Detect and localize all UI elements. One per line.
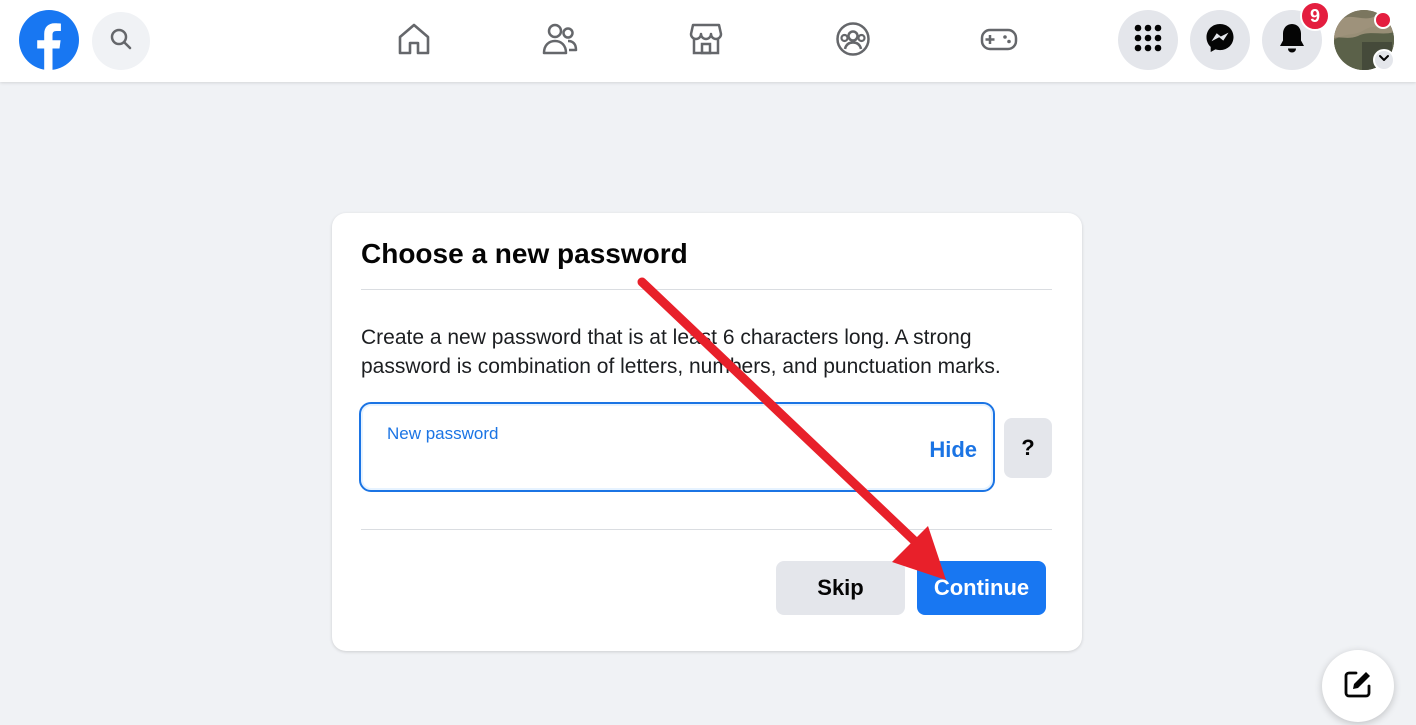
new-password-field[interactable]: New password Hide	[359, 402, 995, 492]
nav-home[interactable]	[389, 16, 439, 66]
nav-marketplace[interactable]	[681, 16, 731, 66]
chevron-down-icon	[1378, 51, 1390, 69]
nav-friends[interactable]	[535, 16, 585, 66]
nav-gaming[interactable]	[974, 16, 1024, 66]
nav-groups[interactable]	[828, 16, 878, 66]
hide-password-toggle[interactable]: Hide	[929, 437, 977, 463]
choose-password-card: Choose a new password Create a new passw…	[332, 213, 1082, 651]
grid-menu-icon	[1134, 24, 1162, 57]
notification-count-badge: 9	[1300, 1, 1330, 31]
password-instructions: Create a new password that is at least 6…	[361, 326, 1001, 378]
friends-icon	[540, 20, 580, 63]
search-icon	[109, 27, 133, 56]
continue-button[interactable]: Continue	[917, 561, 1046, 615]
facebook-logo-icon[interactable]	[19, 10, 79, 70]
new-message-button[interactable]	[1322, 650, 1394, 722]
avatar-status-dot	[1374, 11, 1392, 29]
gaming-icon	[979, 20, 1019, 63]
top-navigation-bar: 9	[0, 0, 1416, 82]
password-help-button[interactable]: ?	[1004, 418, 1052, 478]
compose-icon	[1343, 669, 1373, 704]
marketplace-icon	[687, 20, 725, 63]
account-dropdown-button[interactable]	[1373, 49, 1395, 71]
search-button[interactable]	[92, 12, 150, 70]
menu-button[interactable]	[1118, 10, 1178, 70]
bottom-divider	[361, 529, 1052, 530]
skip-button[interactable]: Skip	[776, 561, 905, 615]
bell-icon	[1277, 22, 1307, 59]
messenger-icon	[1204, 22, 1236, 59]
home-icon	[395, 20, 433, 63]
new-password-label: New password	[387, 424, 499, 443]
new-password-input[interactable]	[387, 449, 907, 479]
messenger-button[interactable]	[1190, 10, 1250, 70]
card-title: Choose a new password	[361, 238, 688, 269]
groups-icon	[834, 20, 872, 63]
top-divider	[361, 289, 1052, 290]
